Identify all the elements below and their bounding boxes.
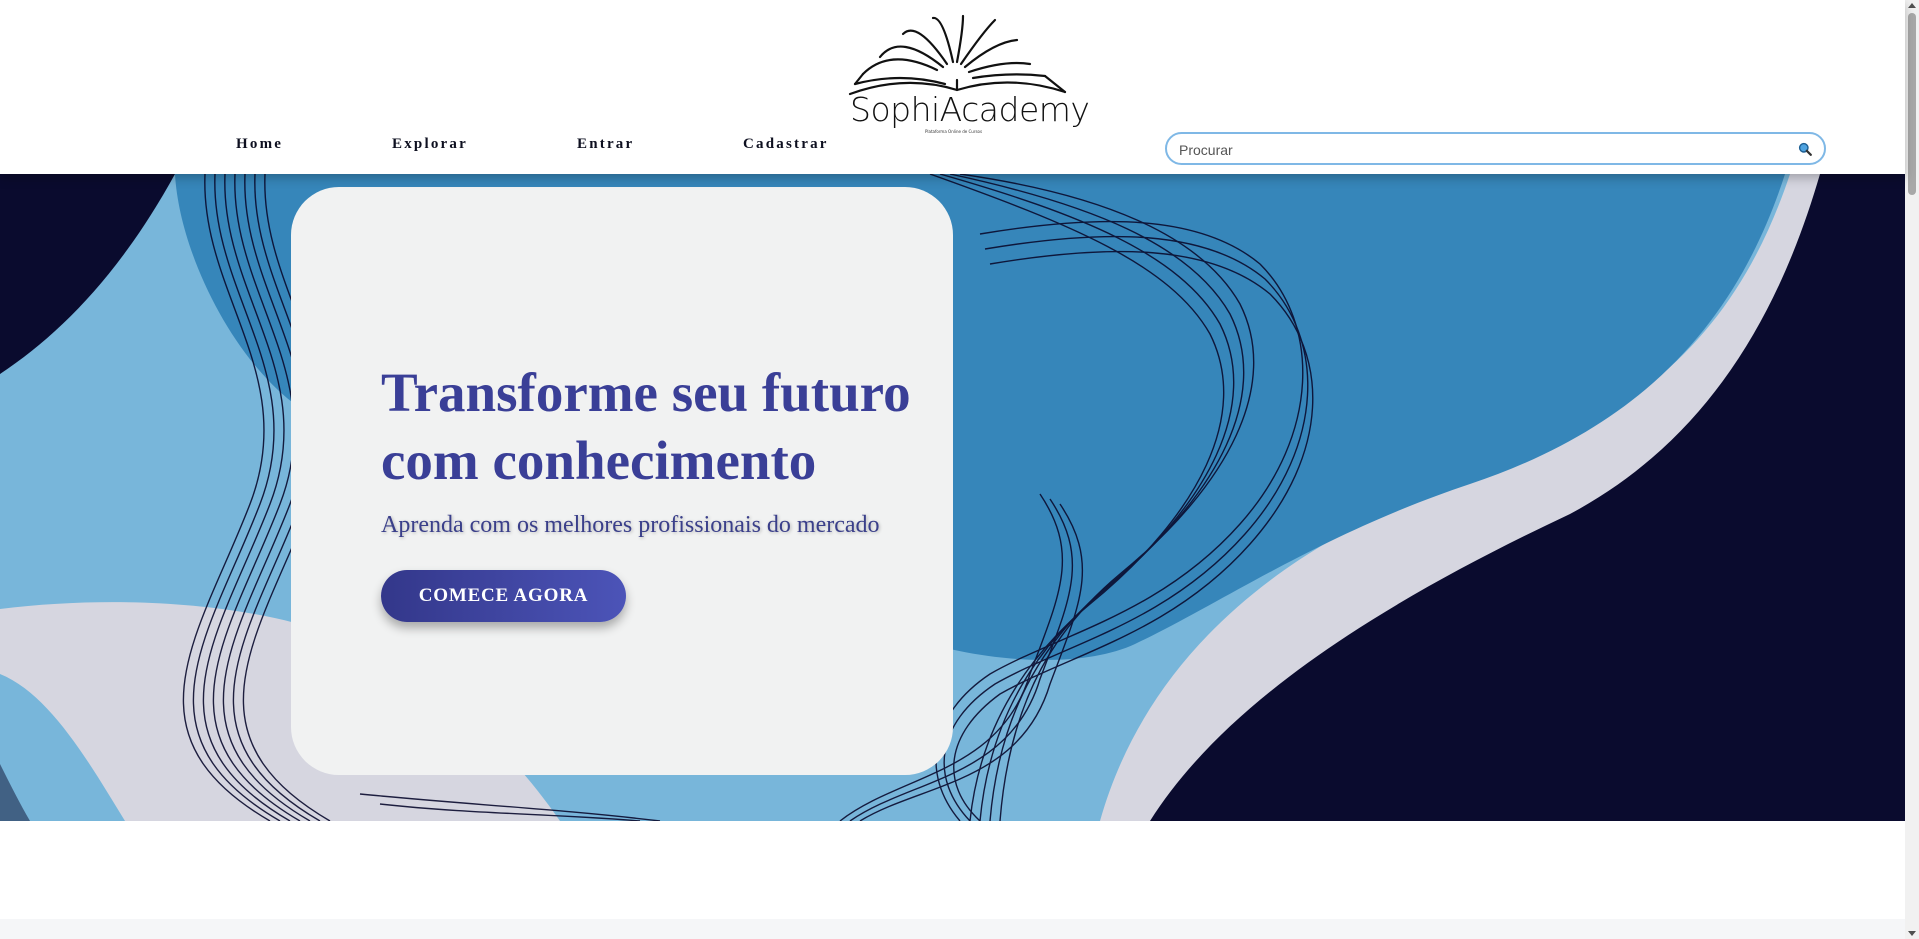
nav-entrar[interactable]: Entrar [577,136,743,153]
next-section-strip [0,919,1905,939]
content-area [0,821,1905,919]
nav-cadastrar[interactable]: Cadastrar [743,136,829,153]
search-input[interactable] [1177,138,1771,161]
brand-name: SophiAcademy [850,90,1090,129]
main-nav: Home Explorar Entrar Cadastrar [236,136,829,153]
nav-home[interactable]: Home [236,136,392,153]
nav-explorar[interactable]: Explorar [392,136,577,153]
hero-subtitle: Aprenda com os melhores profissionais do… [381,512,880,538]
page-scrollbar[interactable] [1905,0,1919,939]
scroll-thumb[interactable] [1908,13,1916,195]
site-header: SophiAcademy Plataforma Online de Cursos… [0,0,1905,174]
brand-tagline: Plataforma Online de Cursos [925,129,983,134]
brand-logo[interactable]: SophiAcademy Plataforma Online de Cursos [845,12,1090,134]
scroll-up-arrow-icon[interactable] [1908,3,1916,8]
magnifier-icon[interactable] [1798,142,1812,156]
page: SophiAcademy Plataforma Online de Cursos… [0,0,1919,939]
hero-section: Transforme seu futuro com conhecimento A… [0,174,1905,821]
open-book-icon [848,14,1067,96]
get-started-button[interactable]: COMECE AGORA [381,570,626,622]
hero-title: Transforme seu futuro com conhecimento [381,362,911,491]
scroll-down-arrow-icon[interactable] [1908,931,1916,936]
hero-card: Transforme seu futuro com conhecimento A… [291,187,953,775]
search-box [1165,132,1826,165]
